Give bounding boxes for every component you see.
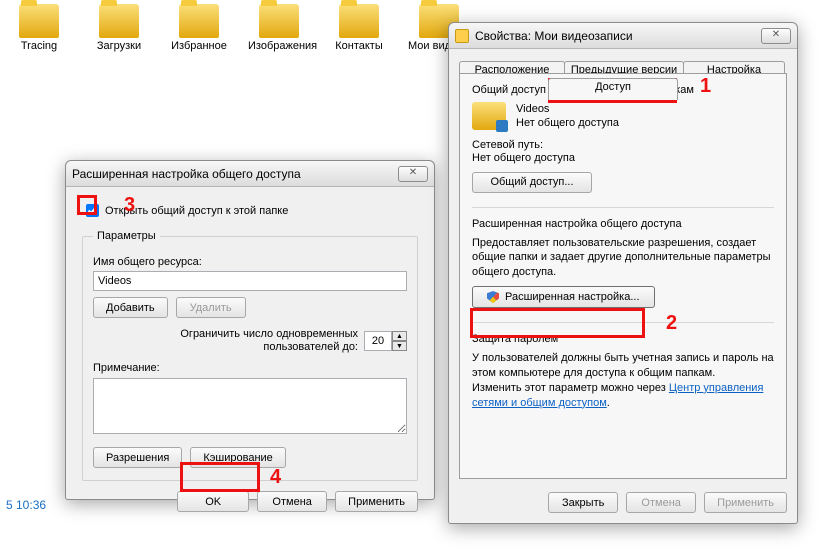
folder-item[interactable]: Tracing: [8, 4, 70, 90]
close-button[interactable]: Закрыть: [548, 492, 618, 513]
apply-button[interactable]: Применить: [335, 491, 418, 512]
folder-icon: [99, 4, 139, 38]
folder-label: Избранное: [168, 40, 230, 52]
note-textarea[interactable]: [93, 378, 407, 434]
share-button[interactable]: Общий доступ...: [472, 172, 592, 193]
cancel-button[interactable]: Отмена: [257, 491, 327, 512]
folder-item[interactable]: Изображения: [248, 4, 310, 90]
titlebar[interactable]: Расширенная настройка общего доступа ✕: [66, 161, 434, 187]
close-icon[interactable]: ✕: [761, 28, 791, 44]
limit-value-input[interactable]: [364, 331, 392, 351]
adv-section-title: Расширенная настройка общего доступа: [472, 218, 774, 230]
advanced-settings-button[interactable]: Расширенная настройка...: [472, 286, 655, 308]
open-share-checkbox[interactable]: [86, 204, 99, 217]
folder-icon: [339, 4, 379, 38]
folder-label: Загрузки: [88, 40, 150, 52]
folder-icon: [19, 4, 59, 38]
remove-button: Удалить: [176, 297, 246, 318]
folder-icon: [179, 4, 219, 38]
folder-item[interactable]: Загрузки: [88, 4, 150, 90]
caching-button[interactable]: Кэширование: [190, 447, 285, 468]
netpath-value: Нет общего доступа: [472, 152, 774, 164]
add-button[interactable]: Добавить: [93, 297, 168, 318]
shield-icon: [487, 291, 499, 303]
cancel-button: Отмена: [626, 492, 696, 513]
titlebar[interactable]: Свойства: Мои видеозаписи ✕: [449, 23, 797, 49]
folder-icon: [455, 29, 469, 43]
pw-desc: У пользователей должны быть учетная запи…: [472, 351, 774, 410]
permissions-button[interactable]: Разрешения: [93, 447, 182, 468]
folder-label: Изображения: [248, 40, 310, 52]
properties-window: Свойства: Мои видеозаписи ✕ Расположение…: [448, 22, 798, 524]
open-share-checkbox-row[interactable]: Открыть общий доступ к этой папке: [82, 201, 418, 220]
spinner-down-icon[interactable]: ▼: [392, 341, 407, 351]
limit-label: Ограничить число одновременных пользоват…: [180, 328, 358, 354]
folder-label: Контакты: [328, 40, 390, 52]
folder-item[interactable]: Избранное: [168, 4, 230, 90]
advanced-settings-label: Расширенная настройка...: [505, 291, 640, 303]
apply-button: Применить: [704, 492, 787, 513]
window-title: Свойства: Мои видеозаписи: [475, 29, 761, 43]
note-label: Примечание:: [93, 362, 407, 374]
params-legend: Параметры: [93, 230, 160, 242]
ok-button[interactable]: OK: [177, 491, 249, 512]
close-icon[interactable]: ✕: [398, 166, 428, 182]
share-name-label: Имя общего ресурса:: [93, 256, 407, 268]
folder-icon: [259, 4, 299, 38]
folder-label: Tracing: [8, 40, 70, 52]
share-folder-icon: [472, 102, 506, 130]
pw-section-title: Защита паролем: [472, 333, 774, 345]
folder-item[interactable]: Контакты: [328, 4, 390, 90]
netpath-label: Сетевой путь:: [472, 139, 774, 151]
params-fieldset: Параметры Имя общего ресурса: Добавить У…: [82, 230, 418, 481]
tab-sharing[interactable]: Доступ: [548, 78, 678, 100]
spinner-up-icon[interactable]: ▲: [392, 331, 407, 341]
window-title: Расширенная настройка общего доступа: [72, 167, 398, 181]
status-timestamp: 5 10:36: [6, 498, 46, 512]
advanced-sharing-window: Расширенная настройка общего доступа ✕ О…: [65, 160, 435, 500]
share-status: Нет общего доступа: [516, 116, 619, 130]
tab-panel-sharing: Общий доступ к сетевым файлам и папкам V…: [459, 73, 787, 479]
share-name: Videos: [516, 102, 619, 116]
open-share-label: Открыть общий доступ к этой папке: [105, 205, 288, 217]
share-name-input[interactable]: [93, 271, 407, 291]
limit-spinner[interactable]: ▲ ▼: [364, 331, 407, 351]
adv-section-desc: Предоставляет пользовательские разрешени…: [472, 236, 774, 281]
